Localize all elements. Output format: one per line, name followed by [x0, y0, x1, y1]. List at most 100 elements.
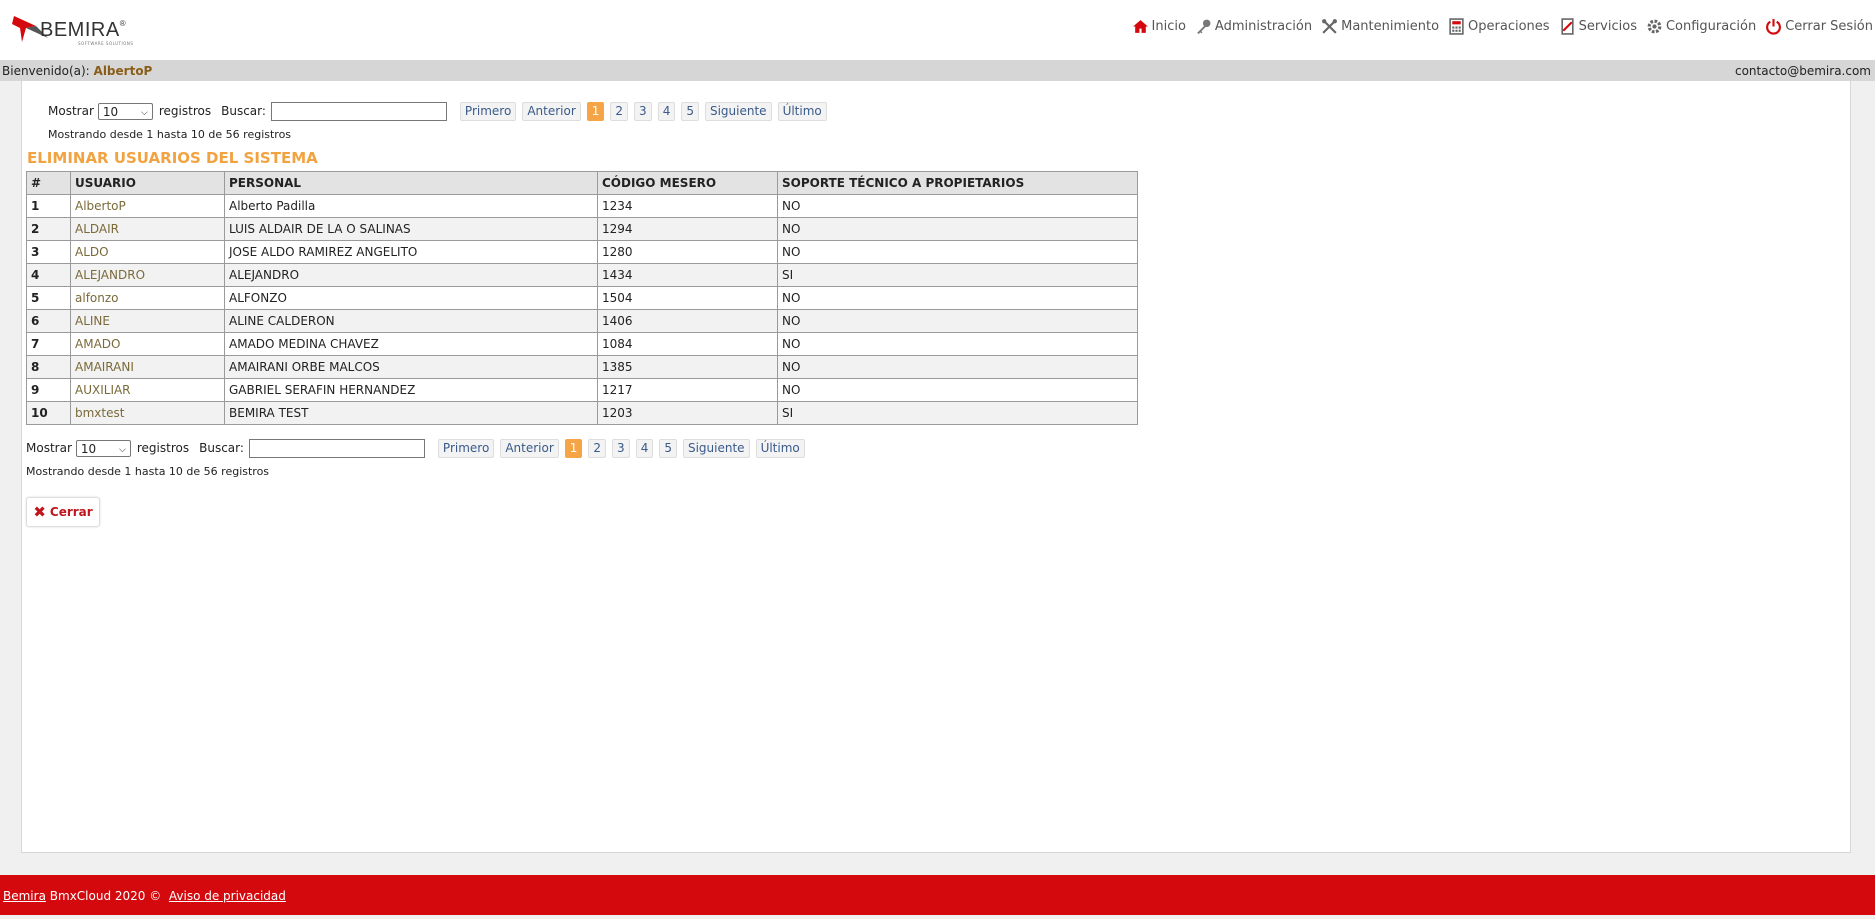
nav-label: Mantenimiento [1341, 19, 1440, 34]
nav-configuracion[interactable]: Configuración [1646, 18, 1756, 35]
cell-codigo: 1203 [597, 401, 778, 425]
table-controls-bottom: Mostrar 10 ⌵ registros Buscar: Primero An… [26, 437, 811, 459]
search-input[interactable] [248, 438, 425, 458]
cell-personal: Alberto Padilla [224, 194, 598, 218]
cell-personal: ALEJANDRO [224, 263, 598, 287]
footer-brand-link[interactable]: Bemira [3, 889, 46, 903]
nav-inicio[interactable]: Inicio [1132, 18, 1186, 35]
cell-number: 1 [26, 194, 71, 218]
cell-number: 5 [26, 286, 71, 310]
brand-tagline: SOFTWARE SOLUTIONS [78, 41, 134, 46]
welcome-user: AlbertoP [93, 64, 153, 78]
nav-label: Configuración [1665, 19, 1757, 34]
col-header-usuario[interactable]: USUARIO [70, 171, 225, 195]
cell-codigo: 1504 [597, 286, 778, 310]
chevron-down-icon: ⌵ [141, 107, 148, 118]
cell-number: 2 [26, 217, 71, 241]
page-button[interactable]: 4 [657, 101, 676, 121]
prev-page-button[interactable]: Anterior [500, 438, 559, 458]
nav-label: Cerrar Sesión [1785, 19, 1873, 34]
cell-usuario[interactable]: ALEJANDRO [70, 263, 225, 287]
nav-administracion[interactable]: Administración [1195, 18, 1312, 35]
cell-personal: JOSE ALDO RAMIREZ ANGELITO [224, 240, 598, 264]
key-icon [1197, 19, 1211, 34]
privacy-link[interactable]: Aviso de privacidad [169, 889, 286, 903]
col-header-number[interactable]: # [26, 171, 71, 195]
table-row: 9 AUXILIAR GABRIEL SERAFIN HERNANDEZ 1217 NO [26, 378, 1138, 402]
cell-usuario[interactable]: ALDAIR [70, 217, 225, 241]
bemira-logo[interactable]: BEMIRA® SOFTWARE SOLUTIONS [10, 8, 140, 52]
cell-codigo: 1434 [597, 263, 778, 287]
last-page-button[interactable]: Último [777, 101, 827, 121]
cell-codigo: 1234 [597, 194, 778, 218]
nav-operaciones[interactable]: Operaciones [1448, 18, 1550, 35]
nav-label: Operaciones [1468, 19, 1550, 34]
prev-page-button[interactable]: Anterior [522, 101, 581, 121]
nav-servicios[interactable]: Servicios [1559, 18, 1637, 35]
nav-mantenimiento[interactable]: Mantenimiento [1321, 18, 1439, 35]
cell-usuario[interactable]: AMAIRANI [70, 355, 225, 379]
records-info-bottom: Mostrando desde 1 hasta 10 de 56 registr… [26, 465, 270, 478]
cell-codigo: 1084 [597, 332, 778, 356]
brand-name: BEMIRA® [40, 19, 127, 41]
close-icon: ✖ [33, 503, 46, 521]
page-button[interactable]: 1 [564, 438, 583, 458]
cell-usuario[interactable]: AUXILIAR [70, 378, 225, 402]
nav-label: Servicios [1578, 19, 1637, 34]
close-button[interactable]: ✖ Cerrar [26, 497, 100, 527]
cell-usuario[interactable]: bmxtest [70, 401, 225, 425]
cell-usuario[interactable]: AMADO [70, 332, 225, 356]
table-row: 8 AMAIRANI AMAIRANI ORBE MALCOS 1385 NO [26, 355, 1138, 379]
page-button[interactable]: 5 [659, 438, 677, 458]
cell-soporte: SI [777, 401, 1138, 425]
cell-number: 4 [26, 263, 71, 287]
show-label: Mostrar [48, 104, 94, 118]
cell-personal: AMAIRANI ORBE MALCOS [224, 355, 598, 379]
cell-soporte: NO [777, 194, 1138, 218]
page-button[interactable]: 4 [635, 438, 654, 458]
records-label: registros [136, 441, 190, 455]
cell-soporte: NO [777, 309, 1138, 333]
first-page-button[interactable]: Primero [459, 101, 517, 121]
next-page-button[interactable]: Siguiente [704, 101, 772, 121]
cell-usuario[interactable]: ALINE [70, 309, 225, 333]
welcome-bar: Bienvenido(a): AlbertoP contacto@bemira.… [0, 60, 1875, 81]
home-icon [1132, 20, 1148, 33]
cell-usuario[interactable]: AlbertoP [70, 194, 225, 218]
footer-text: BmxCloud 2020 © [49, 889, 162, 903]
table-row: 6 ALINE ALINE CALDERON 1406 NO [26, 309, 1138, 333]
cell-usuario[interactable]: ALDO [70, 240, 225, 264]
next-page-button[interactable]: Siguiente [682, 438, 750, 458]
page-button[interactable]: 1 [586, 101, 605, 121]
cell-soporte: NO [777, 217, 1138, 241]
page-button[interactable]: 2 [588, 438, 607, 458]
col-header-codigo[interactable]: CÓDIGO MESERO [597, 171, 778, 195]
page-button[interactable]: 2 [610, 101, 629, 121]
search-label: Buscar: [199, 441, 244, 455]
page-button[interactable]: 3 [612, 438, 630, 458]
page-button[interactable]: 3 [634, 101, 652, 121]
services-icon [1560, 18, 1574, 35]
gear-icon [1647, 19, 1662, 34]
cell-soporte: SI [777, 263, 1138, 287]
cell-soporte: NO [777, 286, 1138, 310]
col-header-personal[interactable]: PERSONAL [224, 171, 598, 195]
last-page-button[interactable]: Último [755, 438, 805, 458]
search-input[interactable] [270, 101, 447, 121]
close-button-label: Cerrar [49, 505, 93, 519]
page-button[interactable]: 5 [681, 101, 699, 121]
cell-usuario[interactable]: alfonzo [70, 286, 225, 310]
cell-personal: ALFONZO [224, 286, 598, 310]
cell-codigo: 1217 [597, 378, 778, 402]
cell-soporte: NO [777, 240, 1138, 264]
show-label: Mostrar [26, 441, 72, 455]
page-size-select[interactable]: 10 ⌵ [97, 102, 153, 120]
page-size-select[interactable]: 10 ⌵ [75, 439, 131, 457]
chevron-down-icon: ⌵ [119, 444, 126, 455]
pagination-top: Primero Anterior 1 2 3 4 5 Siguiente Últ… [459, 101, 833, 121]
first-page-button[interactable]: Primero [437, 438, 495, 458]
calculator-icon [1449, 18, 1464, 35]
col-header-soporte[interactable]: SOPORTE TÉCNICO A PROPIETARIOS [777, 171, 1138, 195]
nav-cerrar-sesion[interactable]: Cerrar Sesión [1765, 18, 1873, 35]
records-label: registros [158, 104, 212, 118]
